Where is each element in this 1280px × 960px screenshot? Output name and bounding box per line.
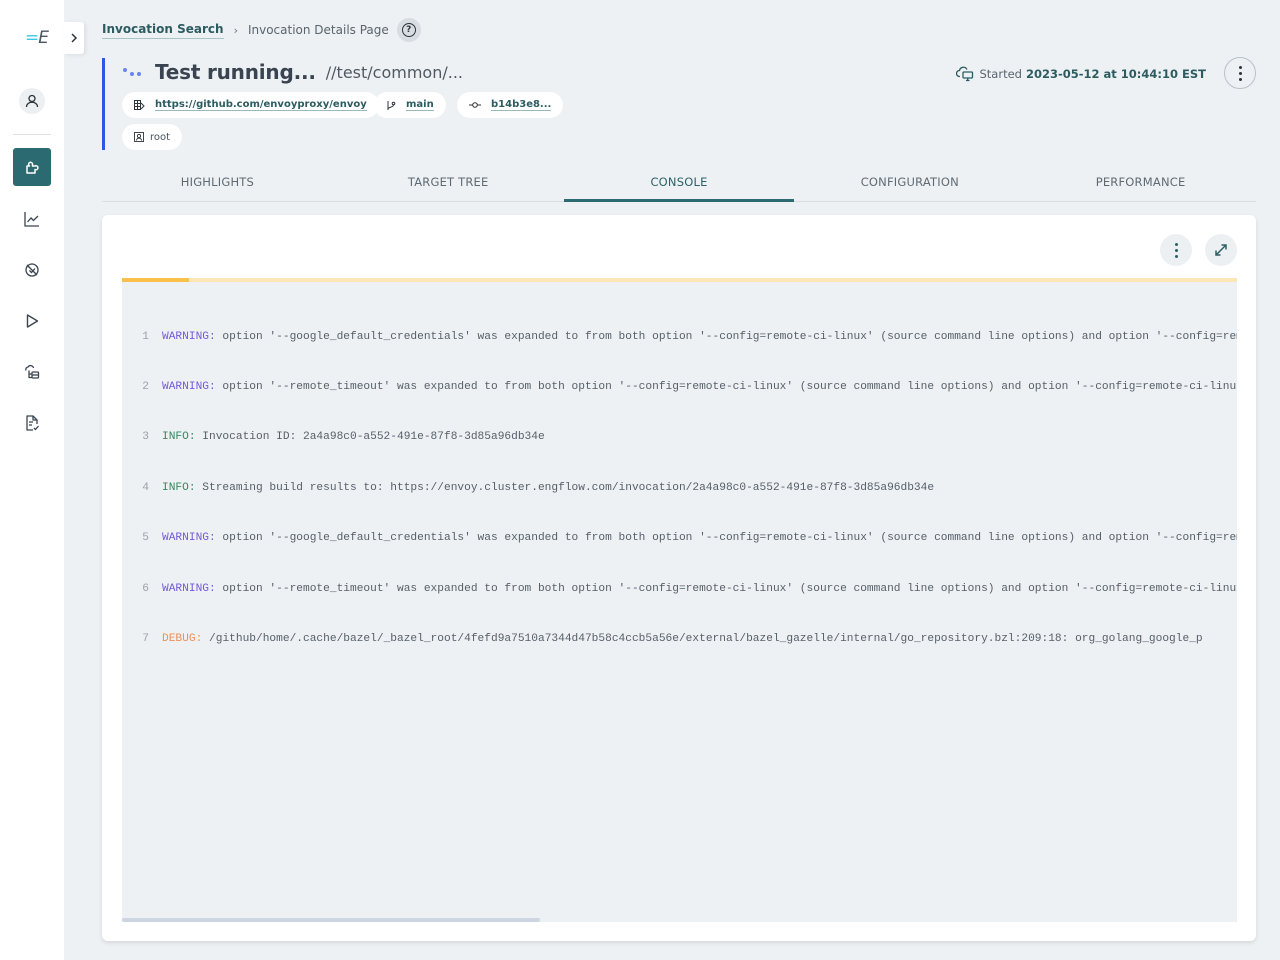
started-time: Started 2023-05-12 at 10:44:10 EST [955, 66, 1206, 82]
log-level: WARNING: [162, 532, 216, 545]
sidebar-item-invocations[interactable] [13, 148, 51, 186]
sidebar-item-reports[interactable] [13, 404, 51, 442]
tab-target-tree[interactable]: TARGET TREE [333, 162, 564, 201]
more-vertical-icon [1174, 242, 1178, 258]
console-fullscreen-button[interactable] [1205, 234, 1237, 266]
line-chart-icon [24, 212, 39, 227]
log-level: WARNING: [162, 380, 216, 393]
running-indicator-icon [123, 65, 145, 79]
line-number: 7 [142, 632, 149, 645]
sidebar-item-flaky[interactable] [13, 251, 51, 289]
log-line: 4 INFO: Streaming build results to: https… [122, 480, 1237, 497]
document-check-icon [26, 415, 39, 431]
invocation-tabs: HIGHLIGHTS TARGET TREE CONSOLE CONFIGURA… [102, 162, 1256, 202]
engflow-logo[interactable]: =E [25, 28, 51, 48]
horizontal-scrollbar[interactable] [122, 918, 540, 922]
sidebar-item-remote-execution[interactable] [13, 353, 51, 391]
console-log: 1 WARNING: option '--google_default_crede… [122, 295, 1237, 681]
repository-icon [134, 100, 145, 110]
line-number: 3 [142, 431, 149, 444]
user-name: root [150, 131, 171, 143]
log-line: 7 DEBUG: /github/home/.cache/bazel/_bazel… [122, 631, 1237, 648]
log-message: /github/home/.cache/bazel/_bazel_root/4f… [202, 632, 1203, 645]
tab-configuration[interactable]: CONFIGURATION [794, 162, 1025, 201]
user-badge-icon [134, 132, 144, 142]
log-level: WARNING: [162, 330, 216, 343]
breadcrumb-current-page: Invocation Details Page [247, 23, 389, 37]
line-number: 1 [142, 330, 149, 343]
commit-link[interactable]: b14b3e8... [491, 99, 552, 111]
log-line: 3 INFO: Invocation ID: 2a4a98c0-a552-491e… [122, 429, 1237, 446]
more-vertical-icon [1238, 65, 1242, 81]
puzzle-icon [26, 161, 39, 174]
started-value: 2023-05-12 at 10:44:10 EST [1025, 67, 1206, 81]
sidebar-divider [13, 134, 51, 135]
console-output[interactable]: 1 WARNING: option '--google_default_crede… [122, 282, 1237, 922]
tab-console[interactable]: CONSOLE [563, 162, 795, 202]
branch-chip: main [374, 92, 446, 118]
log-message: option '--google_default_credentials' wa… [215, 532, 1237, 545]
log-message: Streaming build results to: https://envo… [195, 481, 935, 494]
log-line: 6 WARNING: option '--remote_timeout' was … [122, 581, 1237, 598]
log-message: option '--google_default_credentials' wa… [215, 330, 1237, 343]
invocation-more-button[interactable] [1224, 57, 1256, 89]
commit-chip: b14b3e8... [457, 92, 564, 118]
invocation-target: //test/common/... [325, 62, 463, 82]
user-profile-button[interactable] [19, 88, 45, 114]
sidebar-expand-button[interactable] [64, 22, 84, 54]
console-more-button[interactable] [1160, 234, 1192, 266]
breadcrumb-separator: › [233, 23, 238, 37]
log-level: WARNING: [162, 582, 216, 595]
logo-letter: E [38, 28, 49, 48]
sidebar: =E [0, 0, 64, 960]
line-number: 4 [142, 481, 149, 494]
breadcrumb-invocation-search[interactable]: Invocation Search [102, 22, 224, 39]
log-line: 5 WARNING: option '--google_default_crede… [122, 530, 1237, 547]
cloud-tree-icon [25, 364, 40, 379]
log-level: DEBUG: [162, 632, 203, 645]
line-number: 5 [142, 532, 149, 545]
invocation-status: Test running... [155, 60, 316, 84]
breadcrumb: Invocation Search › Invocation Details P… [102, 18, 421, 42]
sidebar-item-runs[interactable] [13, 302, 51, 340]
help-icon: ? [401, 23, 416, 37]
tab-performance[interactable]: PERFORMANCE [1025, 162, 1256, 201]
tab-highlights[interactable]: HIGHLIGHTS [102, 162, 333, 201]
log-message: option '--remote_timeout' was expanded t… [215, 582, 1237, 595]
started-label: Started [979, 67, 1022, 81]
log-line: 1 WARNING: option '--google_default_crede… [122, 329, 1237, 346]
log-line: 2 WARNING: option '--remote_timeout' was … [122, 379, 1237, 396]
log-message: option '--remote_timeout' was expanded t… [215, 380, 1237, 393]
expand-arrows-icon [1215, 244, 1227, 256]
branch-icon [386, 100, 396, 111]
log-level: INFO: [162, 431, 196, 444]
line-number: 6 [142, 582, 149, 595]
user-chip: root [122, 124, 183, 150]
sidebar-item-analytics[interactable] [13, 200, 51, 238]
log-level: INFO: [162, 481, 196, 494]
commit-icon [469, 101, 481, 109]
branch-link[interactable]: main [406, 99, 434, 111]
invocation-header: Test running... //test/common/... [102, 58, 463, 150]
console-panel: 1 WARNING: option '--google_default_crede… [102, 215, 1256, 941]
play-icon [26, 314, 39, 328]
user-icon [25, 94, 39, 108]
logo-mark: = [25, 28, 39, 48]
cloud-computer-icon [955, 66, 973, 82]
chevron-right-icon [71, 33, 78, 43]
repo-link[interactable]: https://github.com/envoyproxy/envoy [155, 99, 367, 111]
log-message: Invocation ID: 2a4a98c0-a552-491e-87f8-3… [195, 431, 545, 444]
help-button[interactable]: ? [396, 18, 421, 42]
repo-chip: https://github.com/envoyproxy/envoy [122, 92, 379, 118]
line-number: 2 [142, 380, 149, 393]
eye-off-icon [25, 263, 39, 277]
